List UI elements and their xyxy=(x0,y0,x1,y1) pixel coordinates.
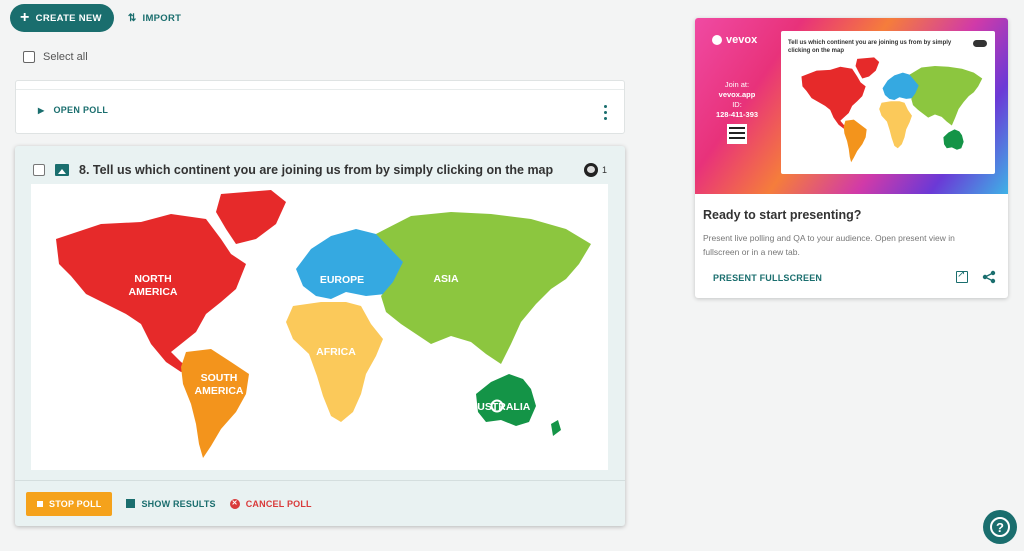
south-america-shape[interactable] xyxy=(181,349,249,458)
vevox-logo-icon xyxy=(712,35,722,45)
world-map-svg: NORTH AMERICA SOUTH AMERICA EUROPE AFRIC… xyxy=(56,190,591,458)
select-all[interactable]: Select all xyxy=(23,51,88,63)
open-poll-button[interactable]: ▶ OPEN POLL xyxy=(38,105,108,115)
europe-label: EUROPE xyxy=(320,274,364,286)
australia-shape[interactable] xyxy=(476,374,536,426)
africa-label: AFRICA xyxy=(316,346,356,358)
qr-code xyxy=(727,124,747,144)
present-preview[interactable]: vevox Join at: vevox.app ID: 128-411-393… xyxy=(695,18,1008,194)
africa-shape[interactable] xyxy=(286,302,383,422)
participant-icon xyxy=(583,163,598,177)
vevox-logo-text: vevox xyxy=(726,34,758,46)
response-count-badge: 1 xyxy=(583,163,607,177)
open-new-tab-icon[interactable] xyxy=(956,269,968,283)
bar-chart-icon xyxy=(126,499,136,508)
help-icon: ? xyxy=(990,517,1010,537)
preview-slide: Tell us which continent you are joining … xyxy=(781,31,995,174)
asia-label: ASIA xyxy=(433,273,459,285)
preview-map xyxy=(801,57,983,163)
ready-heading: Ready to start presenting? xyxy=(703,208,862,222)
join-label: Join at: xyxy=(724,80,750,89)
select-all-checkbox[interactable] xyxy=(23,51,35,63)
vevox-logo: vevox xyxy=(712,34,757,46)
show-results-label: SHOW RESULTS xyxy=(141,498,216,509)
preview-toggle xyxy=(973,40,987,47)
world-map[interactable]: NORTH AMERICA SOUTH AMERICA EUROPE AFRIC… xyxy=(31,184,608,470)
present-panel: vevox Join at: vevox.app ID: 128-411-393… xyxy=(695,18,1008,298)
north-america-label-2: AMERICA xyxy=(129,286,178,298)
preview-question: Tell us which continent you are joining … xyxy=(788,40,952,54)
south-america-label-1: SOUTH xyxy=(201,372,238,384)
join-url: vevox.app xyxy=(718,90,756,99)
toolbar: + CREATE NEW ⇅ IMPORT xyxy=(10,4,181,32)
import-button[interactable]: ⇅ IMPORT xyxy=(128,13,181,24)
south-america-label-2: AMERICA xyxy=(195,385,244,397)
question-checkbox[interactable] xyxy=(33,164,45,176)
north-america-label-1: NORTH xyxy=(134,273,171,285)
response-count: 1 xyxy=(601,165,607,175)
import-label: IMPORT xyxy=(142,12,182,24)
show-results-button[interactable]: SHOW RESULTS xyxy=(126,498,216,509)
ready-description: Present live polling and QA to your audi… xyxy=(703,233,955,257)
image-question-icon xyxy=(55,164,69,176)
asia-shape[interactable] xyxy=(376,212,591,364)
import-icon: ⇅ xyxy=(127,12,137,24)
plus-icon: + xyxy=(20,9,30,26)
create-new-button[interactable]: + CREATE NEW xyxy=(10,4,114,32)
join-info: Join at: vevox.app ID: 128-411-393 xyxy=(707,80,767,144)
stop-poll-button[interactable]: STOP POLL xyxy=(26,491,113,516)
new-zealand-shape xyxy=(551,420,561,436)
poll-card-active: 8. Tell us which continent you are joini… xyxy=(15,146,625,526)
cancel-poll-button[interactable]: ✕ CANCEL POLL xyxy=(229,498,312,509)
select-all-label: Select all xyxy=(43,51,88,63)
more-options-icon[interactable] xyxy=(604,103,607,121)
share-icon[interactable] xyxy=(982,270,996,284)
greenland-shape xyxy=(216,190,286,244)
poll-actions: STOP POLL SHOW RESULTS ✕ CANCEL POLL xyxy=(15,480,625,526)
cancel-icon: ✕ xyxy=(229,498,240,509)
stop-poll-label: STOP POLL xyxy=(49,498,102,509)
stop-icon xyxy=(37,500,43,507)
cancel-poll-label: CANCEL POLL xyxy=(245,498,312,509)
play-icon: ▶ xyxy=(38,105,45,115)
open-poll-label: OPEN POLL xyxy=(53,105,109,115)
question-header: 8. Tell us which continent you are joini… xyxy=(33,163,553,177)
present-fullscreen-button[interactable]: PRESENT FULLSCREEN xyxy=(713,273,822,283)
question-title: 8. Tell us which continent you are joini… xyxy=(79,163,554,177)
help-button[interactable]: ? xyxy=(983,510,1017,544)
session-id: 128-411-393 xyxy=(715,110,759,119)
create-new-label: CREATE NEW xyxy=(35,12,102,24)
poll-card-collapsed: ▶ OPEN POLL xyxy=(15,80,625,134)
id-label: ID: xyxy=(732,100,742,109)
divider xyxy=(16,89,624,90)
